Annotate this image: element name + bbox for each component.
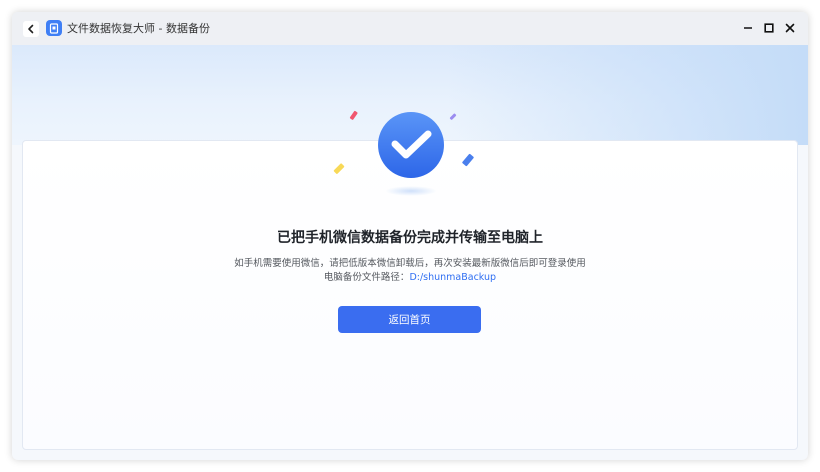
minimize-button[interactable]: [740, 20, 756, 36]
title-bar: 文件数据恢复大师 - 数据备份: [12, 12, 808, 45]
backup-path-label: 电脑备份文件路径：: [323, 272, 410, 283]
badge-shadow: [385, 186, 437, 196]
back-button[interactable]: [23, 21, 39, 37]
maximize-button[interactable]: [761, 20, 777, 36]
app-window: 文件数据恢复大师 - 数据备份 已把手机微信数据备份完成并传输至电脑上 如手机需…: [12, 12, 808, 460]
minimize-icon: [744, 27, 752, 29]
backup-path-line: 电脑备份文件路径：D:/shunmaBackup: [12, 269, 808, 283]
file-recovery-app-icon: [46, 20, 62, 36]
return-home-button[interactable]: 返回首页: [338, 306, 481, 333]
backup-path-link[interactable]: D:/shunmaBackup: [409, 272, 496, 283]
confetti-red: [349, 110, 358, 120]
success-illustration: [332, 97, 492, 207]
success-heading: 已把手机微信数据备份完成并传输至电脑上: [277, 230, 543, 246]
hero-glow: [448, 45, 808, 145]
confetti-purple: [449, 113, 457, 120]
confetti-blue: [462, 153, 474, 167]
reinstall-instruction: 如手机需要使用微信，请把低版本微信卸载后，再次安装最新版微信后即可登录使用: [234, 258, 586, 269]
checkmark-icon: [378, 112, 444, 178]
chevron-left-icon: [28, 24, 34, 34]
maximize-icon: [764, 23, 774, 33]
confetti-yellow: [333, 163, 345, 174]
window-title: 文件数据恢复大师 - 数据备份: [67, 22, 210, 35]
close-icon: [785, 23, 795, 33]
close-button[interactable]: [782, 20, 798, 36]
